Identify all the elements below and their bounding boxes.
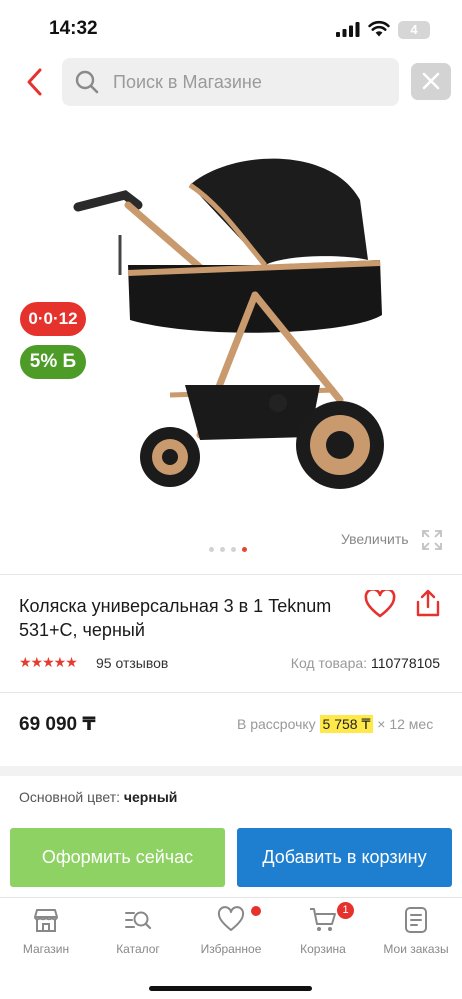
nav-item-shop[interactable]: Магазин [0, 906, 92, 956]
rating-stars[interactable]: ★★★★★ [19, 654, 78, 671]
favorite-heart-icon[interactable] [364, 590, 396, 618]
zoom-label[interactable]: Увеличить [341, 531, 409, 547]
product-code-value: 110778105 [370, 655, 440, 671]
gallery-pagination [209, 547, 247, 553]
cart-count-badge: 1 [337, 902, 354, 919]
nav-item-orders[interactable]: Мои заказы [370, 906, 462, 956]
installment-amount: 5 758 ₸ [319, 715, 374, 733]
expand-icon[interactable] [421, 529, 443, 551]
product-code-label: Код товара: [290, 655, 368, 671]
clear-search-button[interactable] [411, 63, 451, 100]
nav-label: Корзина [300, 942, 346, 956]
cart-icon [310, 908, 336, 931]
pagination-dot[interactable] [209, 547, 214, 552]
pagination-dot-active[interactable] [242, 547, 247, 552]
installment-badge: 0·0·12 [20, 302, 86, 336]
divider [0, 692, 462, 693]
status-bar: 14:32 4 [0, 0, 462, 56]
search-placeholder: Поиск в Магазине [113, 72, 262, 92]
home-indicator[interactable] [149, 986, 312, 991]
reviews-link[interactable]: 95 отзывов [96, 655, 168, 671]
search-input[interactable]: Поиск в Магазине [62, 58, 399, 106]
installment-prefix: В рассрочку [237, 716, 316, 732]
installment-suffix: × 12 мес [377, 716, 434, 732]
product-code: Код товара: 110778105 [291, 655, 440, 671]
shop-icon [34, 909, 58, 932]
battery-icon: 4 [398, 21, 430, 39]
catalog-search-icon [125, 911, 152, 930]
bottom-navigation: Магазин Каталог Избранное 1 Корзина Мои … [0, 897, 462, 977]
installment-info[interactable]: В рассрочку 5 758 ₸ × 12 мес [237, 715, 434, 733]
main-color-value: черный [123, 789, 178, 805]
pagination-dot[interactable] [220, 547, 225, 552]
nav-label: Каталог [116, 942, 160, 956]
nav-item-cart[interactable]: 1 Корзина [277, 902, 369, 956]
divider [0, 574, 462, 575]
status-time: 14:32 [49, 18, 98, 39]
nav-item-favorites[interactable]: Избранное [185, 906, 277, 956]
pagination-dot[interactable] [231, 547, 236, 552]
heart-icon [217, 906, 245, 931]
nav-label: Мои заказы [383, 942, 449, 956]
product-image[interactable] [50, 145, 390, 505]
add-to-cart-button[interactable]: Добавить в корзину [237, 828, 452, 887]
share-icon[interactable] [414, 588, 442, 618]
main-color-label: Основной цвет: [19, 789, 120, 805]
nav-item-catalog[interactable]: Каталог [92, 906, 184, 956]
wifi-icon [368, 20, 390, 37]
main-color: Основной цвет: черный [19, 789, 177, 805]
nav-label: Избранное [200, 942, 262, 956]
buy-now-button[interactable]: Оформить сейчас [10, 828, 225, 887]
nav-label: Магазин [22, 942, 70, 956]
bonus-badge: 5% Б [20, 345, 86, 379]
product-price: 69 090 ₸ [19, 714, 96, 735]
favorites-indicator [251, 906, 261, 916]
back-arrow-icon[interactable] [22, 66, 48, 98]
search-icon [75, 70, 99, 94]
orders-icon [405, 907, 427, 933]
cellular-signal-icon [336, 22, 360, 37]
close-icon [422, 72, 440, 90]
product-title: Коляска универсальная 3 в 1 Teknum 531+C… [19, 596, 332, 640]
section-separator [0, 766, 462, 776]
